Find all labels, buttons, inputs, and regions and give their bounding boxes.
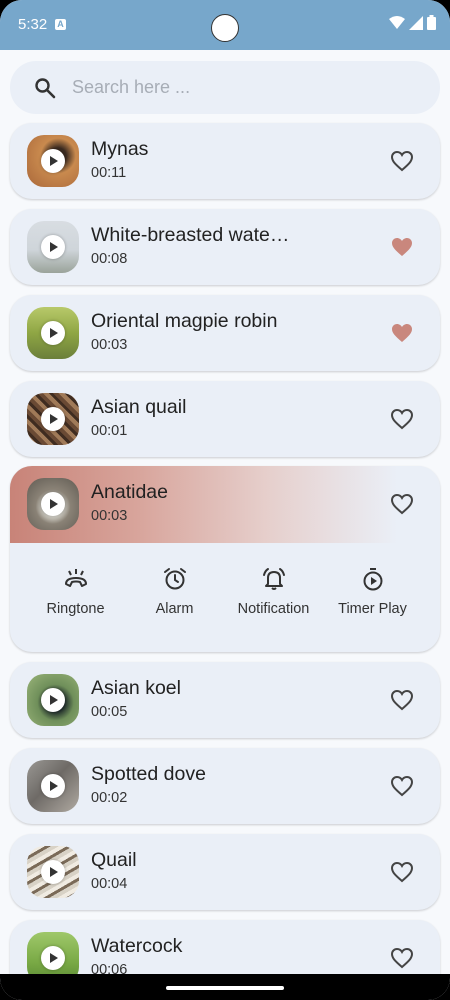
- sound-title: Quail: [91, 849, 137, 871]
- sound-duration: 00:08: [91, 251, 128, 267]
- bird-thumbnail[interactable]: [27, 307, 79, 359]
- heart-outline-icon[interactable]: [390, 775, 414, 797]
- action-label: Alarm: [155, 601, 194, 617]
- play-icon[interactable]: [41, 235, 65, 259]
- action-label: Ringtone: [46, 601, 105, 617]
- play-icon[interactable]: [41, 321, 65, 345]
- play-icon[interactable]: [41, 149, 65, 173]
- phone-screen: 5:32 A Mynas 00:11 White-breasted wate… …: [0, 0, 450, 1000]
- sound-title: Anatidae: [91, 481, 168, 503]
- search-icon: [35, 78, 56, 99]
- play-icon[interactable]: [41, 774, 65, 798]
- sound-title: Spotted dove: [91, 763, 206, 785]
- camera-cutout: [211, 14, 239, 42]
- sound-title: Asian koel: [91, 677, 181, 699]
- heart-filled-icon[interactable]: [390, 236, 414, 258]
- sound-item[interactable]: Asian koel 00:05: [10, 662, 440, 738]
- heart-outline-icon[interactable]: [390, 493, 414, 515]
- sound-item[interactable]: Oriental magpie robin 00:03: [10, 295, 440, 371]
- heart-outline-icon[interactable]: [390, 408, 414, 430]
- ringtone-icon: [64, 569, 87, 587]
- bird-thumbnail[interactable]: [27, 674, 79, 726]
- notification-button[interactable]: Notification: [224, 566, 323, 618]
- bird-thumbnail[interactable]: [27, 135, 79, 187]
- sound-title: Mynas: [91, 138, 149, 160]
- play-icon[interactable]: [41, 946, 65, 970]
- play-icon[interactable]: [41, 407, 65, 431]
- selected-item-header[interactable]: Anatidae 00:03: [10, 466, 440, 543]
- sound-item[interactable]: Quail 00:04: [10, 834, 440, 910]
- battery-icon: [427, 15, 436, 30]
- sound-title: Oriental magpie robin: [91, 310, 278, 332]
- search-input[interactable]: [72, 61, 412, 114]
- navigation-bar: [0, 974, 450, 1000]
- heart-outline-icon[interactable]: [390, 861, 414, 883]
- alarm-button[interactable]: Alarm: [125, 566, 224, 618]
- sound-title: Asian quail: [91, 396, 187, 418]
- heart-outline-icon[interactable]: [390, 150, 414, 172]
- bird-thumbnail[interactable]: [27, 478, 79, 530]
- wifi-icon: [389, 15, 405, 29]
- bird-thumbnail[interactable]: [27, 221, 79, 273]
- action-row: Ringtone Alarm Notification Timer Play: [10, 566, 440, 618]
- sound-duration: 00:02: [91, 790, 128, 806]
- timer-play-icon: [363, 568, 382, 591]
- sound-duration: 00:01: [91, 423, 128, 439]
- play-icon[interactable]: [41, 688, 65, 712]
- sound-duration: 00:03: [91, 337, 128, 353]
- bird-thumbnail[interactable]: [27, 760, 79, 812]
- action-label: Timer Play: [338, 601, 407, 617]
- a-badge-icon: A: [55, 19, 66, 30]
- heart-filled-icon[interactable]: [390, 322, 414, 344]
- notification-icon: [262, 568, 285, 590]
- signal-icon: [409, 15, 423, 30]
- bird-thumbnail[interactable]: [27, 846, 79, 898]
- sound-item-expanded[interactable]: Anatidae 00:03 Ringtone Alarm Notificati…: [10, 466, 440, 652]
- bird-thumbnail[interactable]: [27, 393, 79, 445]
- sound-duration: 00:03: [91, 508, 128, 524]
- sound-duration: 00:04: [91, 876, 128, 892]
- status-icons: [389, 15, 436, 30]
- sound-item[interactable]: Spotted dove 00:02: [10, 748, 440, 824]
- heart-outline-icon[interactable]: [390, 689, 414, 711]
- sound-duration: 00:11: [91, 165, 127, 181]
- heart-outline-icon[interactable]: [390, 947, 414, 969]
- sound-title: White-breasted wate…: [91, 224, 290, 246]
- search-bar[interactable]: [10, 61, 440, 114]
- timer-play-button[interactable]: Timer Play: [323, 566, 422, 618]
- sound-duration: 00:05: [91, 704, 128, 720]
- alarm-icon: [163, 568, 186, 590]
- status-bar: 5:32 A: [0, 0, 450, 50]
- status-time: 5:32: [18, 16, 48, 33]
- ringtone-button[interactable]: Ringtone: [26, 566, 125, 618]
- sound-item[interactable]: Asian quail 00:01: [10, 381, 440, 457]
- sound-item[interactable]: Mynas 00:11: [10, 123, 440, 199]
- sound-title: Watercock: [91, 935, 183, 957]
- sound-item[interactable]: White-breasted wate… 00:08: [10, 209, 440, 285]
- play-icon[interactable]: [41, 492, 65, 516]
- play-icon[interactable]: [41, 860, 65, 884]
- home-gesture-handle[interactable]: [166, 986, 284, 990]
- action-label: Notification: [237, 601, 310, 617]
